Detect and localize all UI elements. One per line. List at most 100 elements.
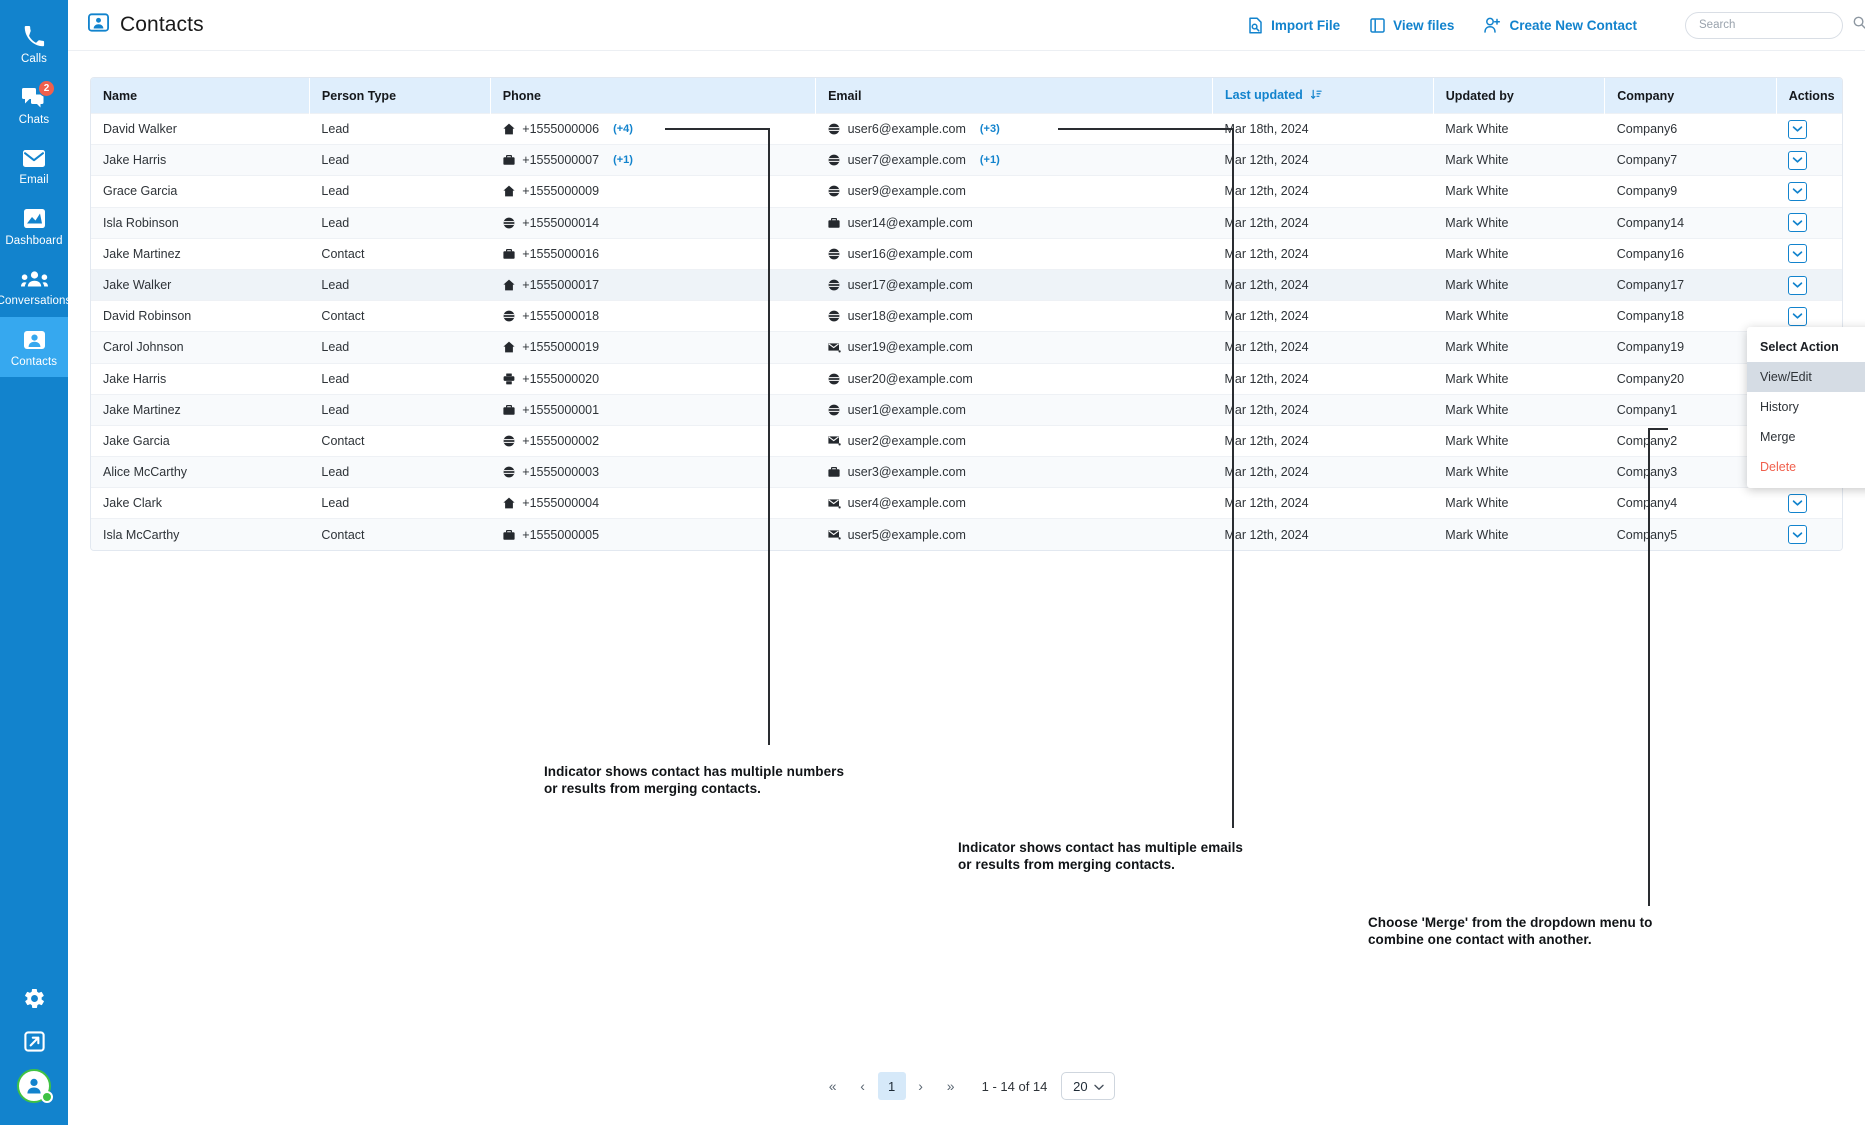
cell-actions [1776, 518, 1842, 551]
fax-icon [502, 372, 515, 385]
column-header-actions: Actions [1776, 78, 1842, 114]
updated-by: Mark White [1445, 278, 1509, 293]
callout-leader-line-1 [665, 128, 769, 130]
column-header-email[interactable]: Email [815, 78, 1213, 114]
table-row[interactable]: Grace Garcia Lead +1555000009 user9@example… [91, 175, 1842, 208]
row-action-button[interactable] [1788, 213, 1808, 233]
email-extra-count[interactable]: (+3) [980, 123, 1000, 135]
updated-by: Mark White [1445, 340, 1509, 355]
home-icon [502, 341, 515, 354]
sidebar-item-calls[interactable]: Calls [0, 14, 68, 75]
table-row[interactable]: Alice McCarthy Lead +1555000003 user3@examp… [91, 456, 1842, 488]
table-row[interactable]: Isla McCarthy Contact +1555000005 user5@exa… [91, 518, 1842, 551]
email-value: user7@example.com [847, 153, 966, 168]
cell-email: user5@example.com [815, 518, 1213, 551]
callout-phone-indicator: Indicator shows contact has multiple num… [544, 763, 904, 798]
company: Company14 [1616, 215, 1685, 230]
cell-last-updated: Mar 12th, 2024 [1212, 424, 1434, 457]
phone-value: +1555000016 [522, 246, 600, 261]
cell-phone: +1555000016 [490, 237, 816, 270]
table-row[interactable]: Isla Robinson Lead +1555000014 user14@examp… [91, 206, 1842, 239]
view-files-button[interactable]: View files [1370, 18, 1454, 33]
cell-person-type: Contact [309, 300, 491, 332]
settings-icon[interactable] [19, 983, 49, 1013]
home-icon [502, 185, 515, 198]
person-type: Contact [321, 246, 365, 261]
pagination-last-button[interactable]: » [936, 1072, 966, 1100]
table-row[interactable]: Jake Clark Lead +1555000004 user4@example.c… [91, 487, 1842, 519]
dropdown-item-delete[interactable]: Delete [1747, 452, 1865, 482]
email-extra-count[interactable]: (+1) [980, 154, 1000, 166]
column-header-phone[interactable]: Phone [490, 78, 817, 114]
dropdown-item-view-edit[interactable]: View/Edit [1747, 362, 1865, 392]
person-type: Lead [321, 340, 350, 355]
table-row[interactable]: Jake Martinez Contact +1555000016 user16@ex… [91, 237, 1842, 270]
briefcase-icon [502, 154, 515, 167]
row-action-button[interactable] [1788, 244, 1808, 264]
page-size-select[interactable]: 20 [1061, 1072, 1116, 1100]
cell-phone: +1555000001 [490, 393, 816, 426]
table-row[interactable]: David Walker Lead +1555000006 (+4) user6@exa… [91, 112, 1842, 145]
last-updated: Mar 12th, 2024 [1224, 465, 1309, 480]
table-row[interactable]: Jake Martinez Lead +1555000001 user1@exampl… [91, 393, 1842, 426]
table-row[interactable]: Jake Harris Lead +1555000020 user20@example… [91, 362, 1842, 395]
sidebar-item-label: Chats [18, 113, 50, 126]
cell-phone: +1555000018 [490, 300, 816, 332]
row-action-button[interactable] [1788, 525, 1808, 545]
dropdown-item-history[interactable]: History [1747, 392, 1865, 422]
phone-extra-count[interactable]: (+1) [613, 154, 633, 166]
globe-icon [502, 310, 515, 323]
column-header-last-updated[interactable]: Last updated [1212, 78, 1434, 114]
email-value: user3@example.com [847, 465, 966, 480]
sidebar-item-contacts[interactable]: Contacts [0, 316, 68, 377]
row-action-button[interactable] [1788, 493, 1808, 513]
sidebar-item-label: Dashboard [5, 234, 63, 247]
sidebar-item-chats[interactable]: 2 Chats [0, 75, 68, 136]
updated-by: Mark White [1445, 402, 1509, 417]
row-action-button[interactable] [1788, 306, 1808, 326]
cell-person-type: Lead [309, 206, 491, 239]
sidebar-item-dashboard[interactable]: Dashboard [0, 196, 68, 257]
sort-desc-icon[interactable] [1311, 89, 1322, 103]
home-icon [502, 497, 515, 510]
cell-email: user2@example.com [815, 424, 1213, 457]
contact-name: Jake Garcia [103, 433, 170, 448]
last-updated: Mar 12th, 2024 [1224, 402, 1309, 417]
column-header-person-type[interactable]: Person Type [309, 78, 491, 114]
sidebar-item-email[interactable]: Email [0, 135, 68, 196]
sidebar-item-conversations[interactable]: Conversations [0, 256, 71, 317]
column-header-name[interactable]: Name [91, 78, 310, 114]
table-row[interactable]: Carol Johnson Lead +1555000019 user19@examp… [91, 331, 1842, 363]
table-row[interactable]: Jake Walker Lead +1555000017 user17@example… [91, 268, 1842, 301]
pagination-first-button[interactable]: « [818, 1072, 848, 1100]
user-avatar[interactable] [17, 1069, 53, 1103]
search-box[interactable] [1685, 11, 1865, 39]
row-action-button[interactable] [1788, 181, 1808, 201]
row-action-button[interactable] [1788, 275, 1808, 295]
table-row[interactable]: Jake Harris Lead +1555000007 (+1) user7@exam… [91, 144, 1842, 176]
pagination-page-1[interactable]: 1 [877, 1072, 906, 1100]
contact-name: Jake Harris [103, 371, 167, 386]
search-input[interactable] [1699, 19, 1853, 31]
search-icon[interactable] [1853, 16, 1865, 34]
column-header-company[interactable]: Company [1604, 78, 1777, 114]
company: Company19 [1616, 340, 1685, 355]
updated-by: Mark White [1445, 184, 1509, 199]
create-new-contact-button[interactable]: Create New Contact [1484, 17, 1637, 33]
cell-email: user14@example.com [815, 206, 1213, 239]
pagination-prev-button[interactable]: ‹ [848, 1072, 878, 1100]
import-file-button[interactable]: Import File [1248, 16, 1340, 34]
table-row[interactable]: Jake Garcia Contact +1555000002 user2@examp… [91, 424, 1842, 457]
pagination-next-button[interactable]: › [906, 1072, 936, 1100]
chevron-down-icon [1093, 1079, 1104, 1094]
phone-extra-count[interactable]: (+4) [613, 123, 633, 135]
globe-icon [502, 434, 515, 447]
row-action-button[interactable] [1788, 150, 1808, 170]
company: Company17 [1616, 278, 1685, 293]
dropdown-item-merge[interactable]: Merge [1747, 422, 1865, 452]
column-header-updated-by[interactable]: Updated by [1433, 78, 1606, 114]
row-action-button[interactable] [1788, 119, 1808, 139]
callout-line-2: combine one contact with another. [1368, 932, 1592, 948]
table-row[interactable]: David Robinson Contact +1555000018 user18@e… [91, 300, 1842, 332]
logout-icon[interactable] [19, 1026, 49, 1056]
